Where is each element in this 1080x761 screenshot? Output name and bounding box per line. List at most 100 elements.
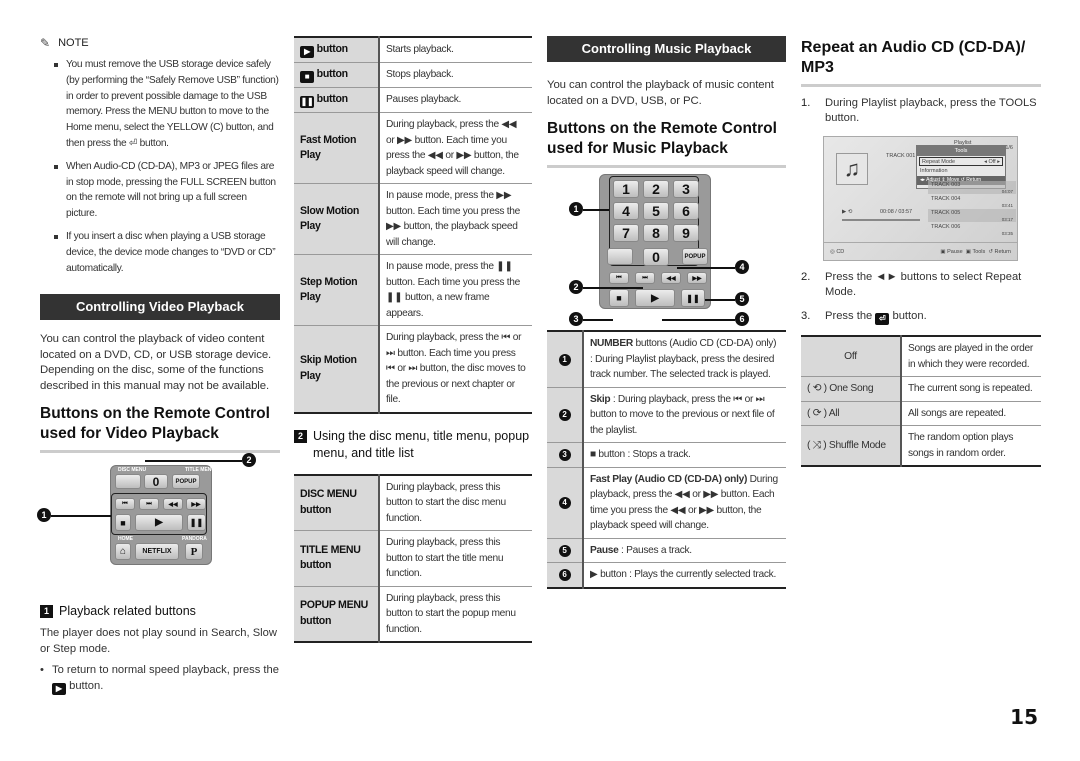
number-key: 2 xyxy=(643,180,669,198)
callout-4: 4 xyxy=(735,260,749,274)
row-key: ( ⟳ ) All xyxy=(801,401,902,426)
enter-icon: ⏎ xyxy=(875,313,890,325)
number-key: 3 xyxy=(673,180,699,198)
table-row: TITLE MENU button During playback, press… xyxy=(294,530,532,587)
callout-line xyxy=(662,319,735,321)
pandora-button: P xyxy=(185,543,203,561)
track-row[interactable]: TRACK 006 03:35 xyxy=(928,223,1016,236)
skip-forward-button: ⏭ xyxy=(139,498,159,511)
step-text: Press the ⏎ button. xyxy=(825,309,927,325)
row-number-cell: 4 xyxy=(547,467,584,539)
row-bold-label: Skip xyxy=(590,393,611,405)
disc-menu-button xyxy=(607,248,633,265)
pencil-icon: ✎ xyxy=(40,36,51,50)
step-1: 1. During Playlist playback, press the TO… xyxy=(801,96,1041,126)
music-remote-diagram: 1234567890 POPUP ⏮ ⏭ ◀◀ ▶▶ ■ ▶ ❚❚ 1 2 3 … xyxy=(547,168,786,330)
track-row[interactable]: TRACK 003 04:07 xyxy=(928,181,1016,194)
callout-number: 5 xyxy=(558,544,571,557)
table-row: 2 Skip : During playback, press the ⏮ or … xyxy=(547,387,786,443)
play-button: ▶ xyxy=(135,514,183,532)
row-key: POPUP MENU button xyxy=(294,586,380,642)
disc-menu-button xyxy=(115,474,141,490)
subheading-text: Playback related buttons xyxy=(59,604,196,619)
note-item: If you insert a disc when playing a USB … xyxy=(54,229,280,276)
track-row[interactable]: TRACK 004 03:41 xyxy=(928,195,1016,208)
row-value: All songs are repeated. xyxy=(901,401,1041,426)
table-row: ▶ button Starts playback. xyxy=(294,37,532,63)
track-name: TRACK 004 xyxy=(931,196,961,202)
pause-label: Pause xyxy=(947,248,963,255)
table-row: POPUP MENU button During playback, press… xyxy=(294,586,532,642)
row-key: ( ⤨ ) Shuffle Mode xyxy=(801,425,902,466)
step-number: 3. xyxy=(801,310,811,322)
row-key: Fast Motion Play xyxy=(294,112,380,184)
playback-bullet: To return to normal speed playback, pres… xyxy=(40,663,280,695)
return-label: Return xyxy=(994,248,1011,255)
netflix-button: NETFLIX xyxy=(135,543,179,561)
callout-line xyxy=(705,299,735,301)
callout-2: 2 xyxy=(569,280,583,294)
callout-line xyxy=(583,287,643,289)
track-duration: 04:07 xyxy=(1001,189,1013,194)
number-key: 9 xyxy=(673,224,699,242)
callout-line xyxy=(583,209,609,211)
stop-button: ■ xyxy=(115,514,131,532)
callout-1: 1 xyxy=(37,508,51,523)
playback-buttons-subheading: 1 Playback related buttons xyxy=(40,603,280,620)
tools-label: Tools xyxy=(972,248,986,255)
column-video: ✎ NOTE You must remove the USB storage d… xyxy=(37,36,280,695)
row-value: Starts playback. xyxy=(379,37,532,63)
section-title-music: Controlling Music Playback xyxy=(547,36,786,62)
row-value: During playback, press this button to st… xyxy=(379,530,532,587)
track-row[interactable]: TRACK 005 03:17 xyxy=(928,209,1016,222)
row-text: : Pauses a track. xyxy=(618,544,692,556)
note-list: You must remove the USB storage device s… xyxy=(40,57,280,276)
menu-subheading: 2 Using the disc menu, title menu, popup… xyxy=(294,428,532,462)
callout-1: 1 xyxy=(569,202,583,216)
repeat-mode-row[interactable]: Repeat Mode ◂ Off ▸ xyxy=(919,157,1003,166)
information-row[interactable]: Information xyxy=(917,167,1005,176)
bullet-text: To return to normal speed playback, pres… xyxy=(52,664,279,677)
playback-note: The player does not play sound in Search… xyxy=(40,627,277,655)
table-row: DISC MENU button During playback, press … xyxy=(294,474,532,531)
progress-bar xyxy=(842,219,920,221)
pause-button: ❚❚ xyxy=(187,514,206,532)
bullet-text: button. xyxy=(69,679,104,692)
row-text: ■ button : Stops a track. xyxy=(590,449,691,460)
play-icon: ▶ xyxy=(300,46,314,58)
row-key: TITLE MENU button xyxy=(294,530,380,587)
section-title-video: Controlling Video Playback xyxy=(40,294,280,321)
callout-number: 2 xyxy=(558,409,571,421)
track-duration: 03:35 xyxy=(1001,231,1013,236)
row-value: Songs are played in the order in which t… xyxy=(901,336,1041,377)
row-value: The random option plays songs in random … xyxy=(908,432,1014,459)
repeat-steps-continued: 2. Press the ◄► buttons to select Repeat … xyxy=(801,270,1041,325)
fast-forward-button: ▶▶ xyxy=(186,498,206,511)
table-row: 6 ▶ button : Plays the currently selected… xyxy=(547,562,786,588)
row-value: ■ button : Stops a track. xyxy=(583,442,786,468)
video-intro: You can control the playback of video co… xyxy=(40,333,272,392)
number-key: 5 xyxy=(643,202,669,220)
step-text: Press the ◄► buttons to select Repeat Mo… xyxy=(825,271,1022,298)
music-heading: Buttons on the Remote Control used for M… xyxy=(547,119,786,168)
table-row: Fast Motion Play During playback, press … xyxy=(294,112,532,184)
row-text: ▶ button : Plays the currently selected … xyxy=(590,569,776,580)
note-item: When Audio-CD (CD-DA), MP3 or JPEG files… xyxy=(54,159,280,222)
video-heading: Buttons on the Remote Control used for V… xyxy=(40,404,280,454)
repeat-steps: 1. During Playlist playback, press the TO… xyxy=(801,96,1041,126)
track-name: TRACK 006 xyxy=(931,224,961,230)
callout-line xyxy=(583,319,613,321)
row-key: Off xyxy=(801,336,902,377)
row-bold-label: NUMBER xyxy=(590,338,633,349)
table-row: Skip Motion Play During playback, press … xyxy=(294,325,532,413)
row-key: ( ⟲ ) One Song xyxy=(801,376,902,402)
track-name: TRACK 005 xyxy=(931,210,961,216)
table-row: 1 NUMBER buttons (Audio CD (CD-DA) only) … xyxy=(547,331,786,388)
number-key: 0 xyxy=(643,248,669,266)
title-menu-label: TITLE MENU xyxy=(185,467,215,474)
row-value: In pause mode, press the ▶▶ button. Each… xyxy=(379,183,532,255)
column-video-table: ▶ button Starts playback. ■ button Stops… xyxy=(294,36,532,643)
repeat-mode-label: Repeat Mode xyxy=(922,159,956,165)
pause-icon: ❚❚ xyxy=(300,96,314,108)
row-value: During playback, press the ⏮ or ⏭ button… xyxy=(386,332,526,405)
